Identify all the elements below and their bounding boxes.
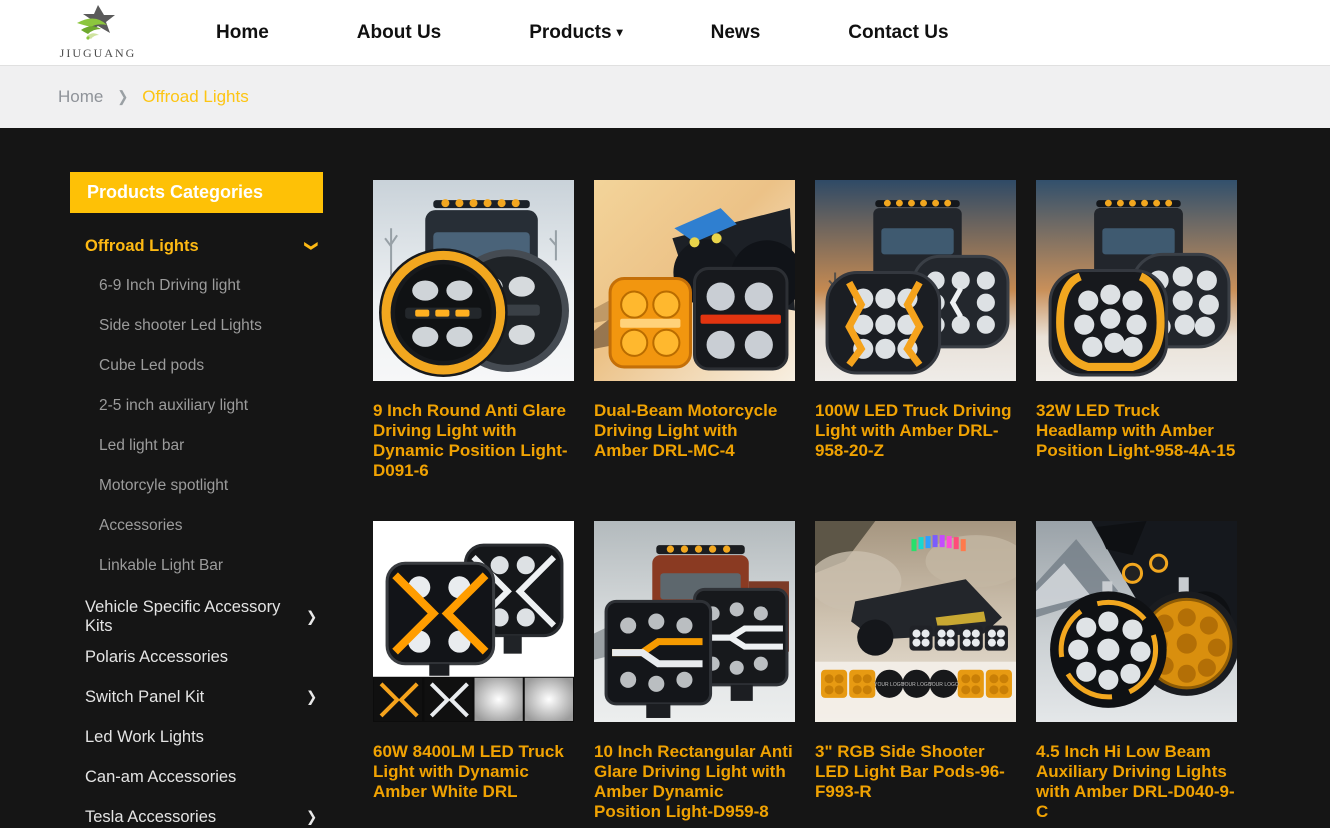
products-categories-sidebar: Products Categories Offroad Lights ❯ 6-9… (70, 172, 323, 828)
sidebar-item-led-light-bar[interactable]: Led light bar (70, 426, 323, 466)
product-card: Dual-Beam Motorcycle Driving Light with … (594, 180, 795, 521)
svg-text:YOUR LOGO: YOUR LOGO (901, 682, 931, 688)
product-image[interactable] (373, 521, 574, 722)
product-title[interactable]: Dual-Beam Motorcycle Driving Light with … (594, 401, 795, 461)
chevron-right-icon: ❯ (306, 608, 317, 626)
sidebar-item-cube-led-pods[interactable]: Cube Led pods (70, 346, 323, 386)
category-list: Offroad Lights ❯ 6-9 Inch Driving light … (70, 226, 323, 828)
product-image[interactable] (594, 521, 795, 722)
product-title[interactable]: 3" RGB Side Shooter LED Light Bar Pods-9… (815, 742, 1016, 802)
product-image[interactable] (815, 180, 1016, 381)
product-card: YOUR LOGO YOUR LOGO YOUR LOGO 3" RGB Sid… (815, 521, 1016, 828)
sidebar-item-6-9-inch-driving-light[interactable]: 6-9 Inch Driving light (70, 266, 323, 306)
nav-news[interactable]: News (711, 22, 761, 44)
product-image[interactable] (594, 180, 795, 381)
breadcrumb-current: Offroad Lights (142, 87, 248, 107)
breadcrumb-home-link[interactable]: Home (58, 87, 103, 107)
product-image[interactable] (373, 180, 574, 381)
product-image[interactable]: YOUR LOGO YOUR LOGO YOUR LOGO (815, 521, 1016, 722)
product-image[interactable] (1036, 180, 1237, 381)
chevron-right-icon: ❯ (306, 688, 317, 706)
product-card: 32W LED Truck Headlamp with Amber Positi… (1036, 180, 1237, 521)
top-header: JIUGUANG Home About Us Products▾ News Co… (0, 0, 1330, 66)
sidebar-title: Products Categories (70, 172, 323, 213)
sidebar-item-side-shooter-led-lights[interactable]: Side shooter Led Lights (70, 306, 323, 346)
product-card: 9 Inch Round Anti Glare Driving Light wi… (373, 180, 574, 521)
svg-text:YOUR LOGO: YOUR LOGO (928, 682, 958, 688)
product-title[interactable]: 10 Inch Rectangular Anti Glare Driving L… (594, 742, 795, 822)
sidebar-item-tesla-accessories[interactable]: Tesla Accessories ❯ (70, 797, 323, 828)
breadcrumb-separator-icon: ❯ (117, 88, 128, 106)
brand-logo[interactable]: JIUGUANG (58, 5, 138, 61)
sidebar-spacer (70, 586, 323, 597)
product-card: 4.5 Inch Hi Low Beam Auxiliary Driving L… (1036, 521, 1237, 828)
product-card: 10 Inch Rectangular Anti Glare Driving L… (594, 521, 795, 828)
sidebar-item-switch-panel-kit[interactable]: Switch Panel Kit ❯ (70, 677, 323, 717)
product-card: 60W 8400LM LED Truck Light with Dynamic … (373, 521, 574, 828)
sidebar-item-2-5-inch-auxiliary-light[interactable]: 2-5 inch auxiliary light (70, 386, 323, 426)
product-title[interactable]: 9 Inch Round Anti Glare Driving Light wi… (373, 401, 574, 481)
sidebar-item-polaris-accessories[interactable]: Polaris Accessories (70, 637, 323, 677)
product-title[interactable]: 4.5 Inch Hi Low Beam Auxiliary Driving L… (1036, 742, 1237, 822)
main-nav: Home About Us Products▾ News Contact Us (216, 22, 949, 44)
nav-contact-us[interactable]: Contact Us (848, 22, 948, 44)
sidebar-item-linkable-light-bar[interactable]: Linkable Light Bar (70, 546, 323, 586)
product-card: 100W LED Truck Driving Light with Amber … (815, 180, 1016, 521)
chevron-down-icon: ▾ (617, 25, 623, 39)
sidebar-item-motorcycle-spotlight[interactable]: Motorcyle spotlight (70, 466, 323, 506)
sidebar-item-can-am-accessories[interactable]: Can-am Accessories (70, 757, 323, 797)
svg-text:YOUR LOGO: YOUR LOGO (874, 682, 904, 688)
product-title[interactable]: 32W LED Truck Headlamp with Amber Positi… (1036, 401, 1237, 461)
product-title[interactable]: 60W 8400LM LED Truck Light with Dynamic … (373, 742, 574, 802)
sidebar-item-offroad-lights[interactable]: Offroad Lights ❯ (70, 226, 323, 266)
chevron-right-icon: ❯ (306, 808, 317, 826)
brand-name: JIUGUANG (60, 46, 137, 61)
chevron-down-icon: ❯ (304, 241, 320, 252)
star-leaf-logo-icon (67, 5, 129, 45)
sidebar-item-accessories[interactable]: Accessories (70, 506, 323, 546)
main-content: Products Categories Offroad Lights ❯ 6-9… (0, 128, 1330, 828)
nav-home[interactable]: Home (216, 22, 269, 44)
sidebar-item-vehicle-specific-accessory-kits[interactable]: Vehicle Specific Accessory Kits ❯ (70, 597, 323, 637)
nav-about-us[interactable]: About Us (357, 22, 441, 44)
breadcrumb: Home ❯ Offroad Lights (0, 66, 1330, 128)
product-grid: 9 Inch Round Anti Glare Driving Light wi… (373, 180, 1237, 828)
nav-products[interactable]: Products▾ (529, 22, 622, 44)
sidebar-item-led-work-lights[interactable]: Led Work Lights (70, 717, 323, 757)
product-title[interactable]: 100W LED Truck Driving Light with Amber … (815, 401, 1016, 461)
product-image[interactable] (1036, 521, 1237, 722)
